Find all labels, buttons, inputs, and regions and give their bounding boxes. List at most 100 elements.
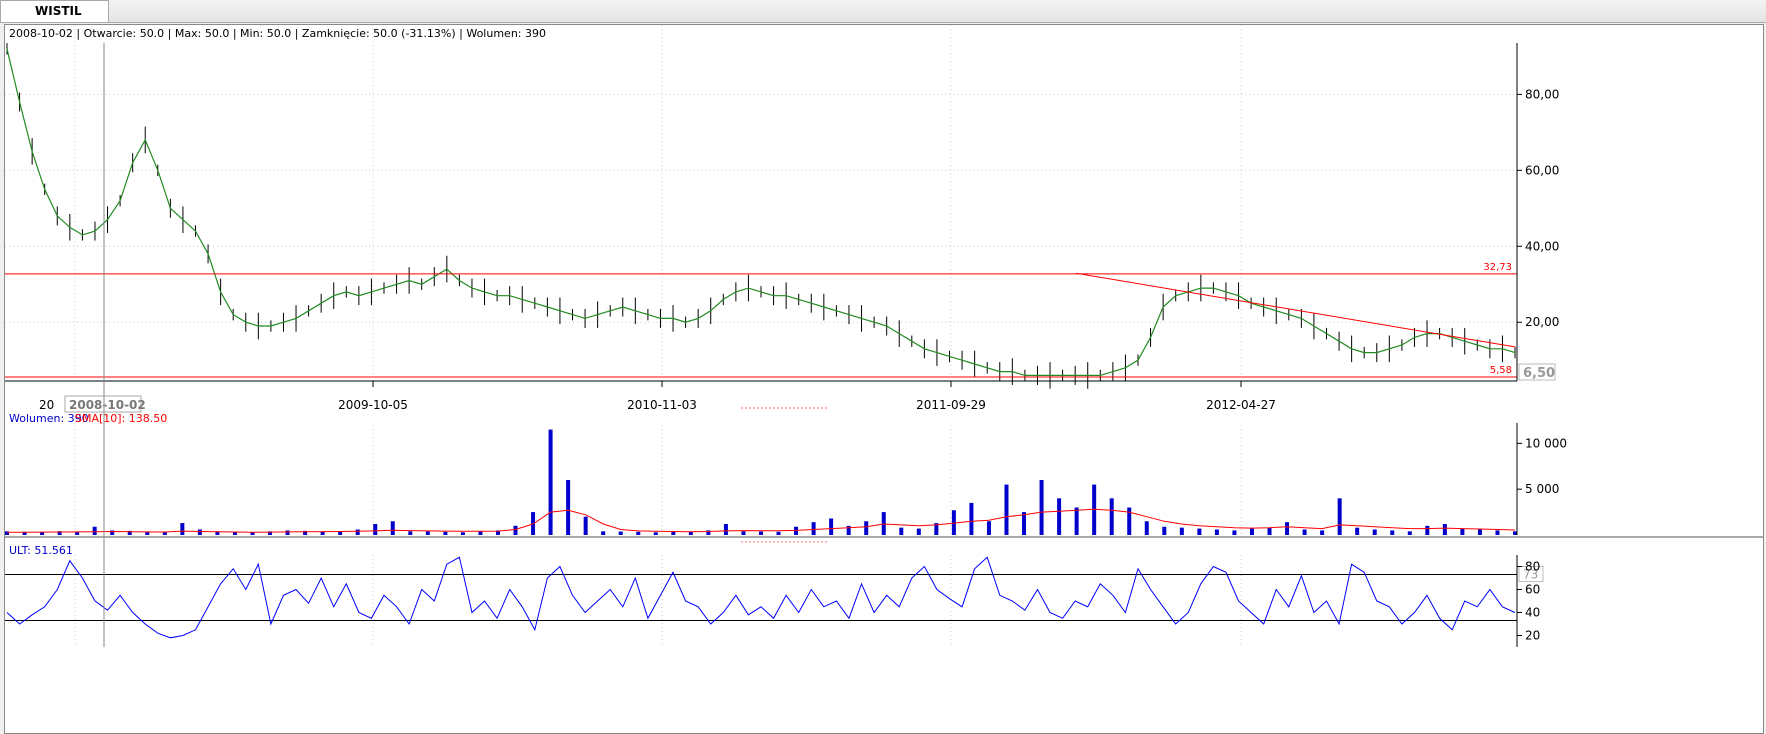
volume-bar bbox=[40, 532, 45, 535]
volume-bar bbox=[776, 531, 781, 535]
price-y-tick-label: 20,00 bbox=[1525, 315, 1559, 329]
volume-bar bbox=[425, 531, 430, 535]
ult-y-tick-label: 40 bbox=[1525, 606, 1540, 620]
volume-y-tick-label: 10 000 bbox=[1525, 436, 1567, 450]
volume-bar bbox=[566, 480, 571, 535]
volume-bar bbox=[1074, 507, 1079, 535]
volume-bar bbox=[986, 521, 991, 535]
volume-bar bbox=[373, 524, 378, 535]
price-y-tick-label: 40,00 bbox=[1525, 239, 1559, 253]
volume-bar bbox=[1179, 527, 1184, 535]
tab-wistil[interactable]: WISTIL bbox=[0, 0, 109, 22]
x-tick-label: 2010-11-03 bbox=[627, 398, 697, 412]
volume-bar bbox=[1407, 531, 1412, 535]
volume-bar bbox=[1232, 530, 1237, 535]
ult-y-tick-label: 80 bbox=[1525, 560, 1540, 574]
volume-bar bbox=[653, 532, 658, 535]
x-tick-label: 2009-10-05 bbox=[338, 398, 408, 412]
cursor-date-prefix: 20 bbox=[39, 398, 54, 412]
price-y-axis: 20,00 40,00 60,00 80,00 bbox=[1516, 43, 1559, 381]
volume-bar bbox=[513, 525, 518, 535]
volume-bar bbox=[1355, 527, 1360, 535]
volume-bar bbox=[1109, 498, 1114, 535]
volume-bar bbox=[460, 532, 465, 535]
x-axis: 2009-10-05 2010-11-03 2011-09-29 2012-04-27 bbox=[338, 381, 1276, 412]
volume-bar bbox=[969, 502, 974, 535]
ult-y-tick-label: 60 bbox=[1525, 583, 1540, 597]
volume-bar bbox=[548, 429, 553, 535]
x-tick-label: 2011-09-29 bbox=[916, 398, 986, 412]
volume-bar bbox=[899, 527, 904, 535]
volume-bar bbox=[1337, 498, 1342, 535]
chart-area[interactable]: 2008-10-02 | Otwarcie: 50.0 | Max: 50.0 … bbox=[4, 24, 1764, 734]
volume-bar bbox=[1004, 484, 1009, 535]
volume-bar bbox=[408, 531, 413, 535]
volume-bar bbox=[478, 531, 483, 535]
price-y-tick-label: 80,00 bbox=[1525, 87, 1559, 101]
volume-bar bbox=[1144, 521, 1149, 535]
volume-bar bbox=[1285, 522, 1290, 535]
volume-bar bbox=[1320, 530, 1325, 535]
volume-panel[interactable]: Wolumen: 390 SMA[10]: 138.50 5 00010 000 bbox=[5, 412, 1567, 543]
price-y-tick-label: 60,00 bbox=[1525, 163, 1559, 177]
volume-bar bbox=[1197, 528, 1202, 535]
volume-bar bbox=[1442, 524, 1447, 535]
x-tick-label: 2012-04-27 bbox=[1206, 398, 1276, 412]
ult-legend: ULT: 51.561 bbox=[9, 544, 73, 557]
level-label-1: 5,58 bbox=[1490, 365, 1512, 376]
volume-bar bbox=[829, 518, 834, 535]
volume-bar bbox=[390, 521, 395, 535]
volume-bar bbox=[1302, 529, 1307, 535]
volume-bar bbox=[1022, 512, 1027, 535]
volume-bar bbox=[1495, 530, 1500, 535]
volume-bar bbox=[636, 531, 641, 535]
volume-bar bbox=[1513, 531, 1517, 535]
volume-bar bbox=[1372, 529, 1377, 535]
volume-bar bbox=[180, 523, 185, 535]
volume-bar bbox=[1039, 480, 1044, 535]
tab-bar: WISTIL bbox=[0, 0, 1766, 23]
volume-bar bbox=[618, 531, 623, 535]
ohlc-info-bar: 2008-10-02 | Otwarcie: 50.0 | Max: 50.0 … bbox=[9, 27, 546, 40]
volume-bar bbox=[741, 531, 746, 535]
volume-bar bbox=[601, 531, 606, 535]
grid bbox=[5, 25, 1517, 647]
level-label-0: 32,73 bbox=[1483, 262, 1512, 273]
price-horizontal-levels[interactable]: 32,73 5,58 bbox=[5, 262, 1517, 378]
volume-bar bbox=[723, 524, 728, 535]
volume-bar bbox=[285, 530, 290, 535]
price-panel[interactable]: 2008-10-02 | Otwarcie: 50.0 | Max: 50.0 … bbox=[5, 27, 1559, 389]
volume-bar bbox=[1460, 528, 1465, 535]
volume-bar bbox=[916, 528, 921, 535]
last-value-badge: 6,50 bbox=[1523, 366, 1555, 381]
ult-oscillator-line bbox=[6, 556, 1516, 639]
cursor-date-badge: 2008-10-02 bbox=[69, 398, 146, 412]
volume-bar bbox=[811, 522, 816, 535]
volume-bar bbox=[1214, 529, 1219, 535]
ult-threshold-lines[interactable]: 73 bbox=[5, 566, 1544, 622]
trendline[interactable] bbox=[1076, 272, 1516, 348]
price-ohlc-bars bbox=[6, 43, 1516, 389]
volume-bar bbox=[583, 516, 588, 535]
volume-bar bbox=[1249, 528, 1254, 535]
chart-svg[interactable]: 2008-10-02 | Otwarcie: 50.0 | Max: 50.0 … bbox=[5, 25, 1763, 733]
volume-bar bbox=[1425, 525, 1430, 535]
ult-panel[interactable]: ULT: 51.561 73 20 40 60 80 bbox=[5, 544, 1544, 647]
volume-bar bbox=[759, 531, 763, 535]
volume-bar bbox=[355, 529, 360, 535]
volume-bar bbox=[443, 531, 448, 535]
volume-bar bbox=[1390, 530, 1395, 535]
volume-bar bbox=[1267, 527, 1272, 535]
volume-bar bbox=[92, 526, 97, 535]
price-moving-average-line bbox=[6, 48, 1516, 376]
volume-bar bbox=[688, 531, 693, 535]
volume-bar bbox=[197, 529, 202, 535]
volume-y-axis: 5 000 10 000 bbox=[1516, 423, 1567, 535]
volume-bar bbox=[1057, 498, 1062, 535]
volume-bar bbox=[1162, 526, 1167, 535]
sma-legend: SMA[10]: 138.50 bbox=[75, 412, 167, 425]
volume-y-tick-label: 5 000 bbox=[1525, 482, 1559, 496]
ult-y-tick-label: 20 bbox=[1525, 629, 1540, 643]
volume-bar bbox=[1477, 529, 1482, 535]
volume-bar bbox=[864, 521, 869, 535]
